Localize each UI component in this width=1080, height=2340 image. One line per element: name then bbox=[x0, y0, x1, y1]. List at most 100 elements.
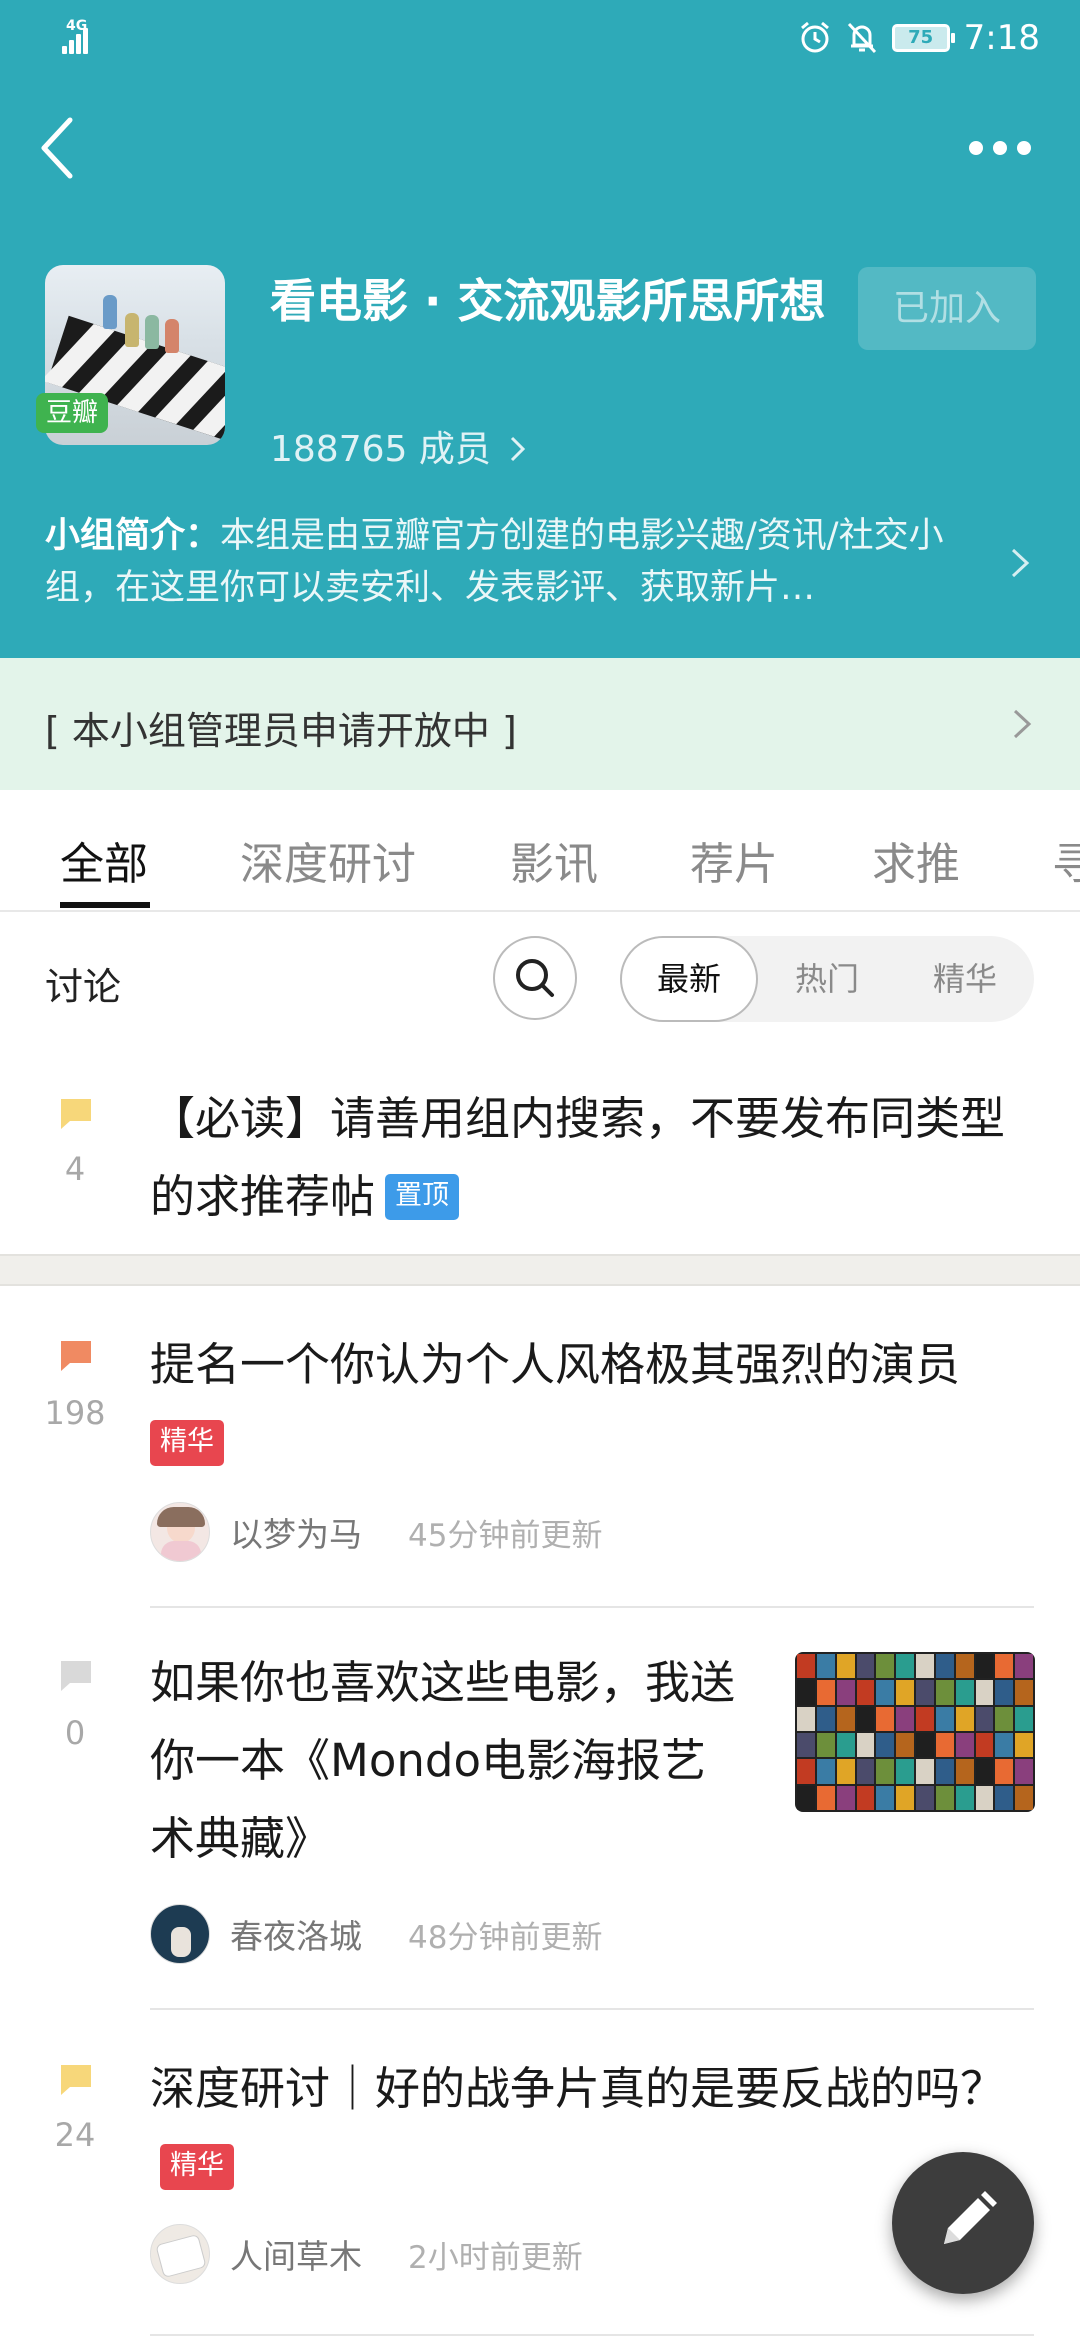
search-icon bbox=[516, 959, 554, 997]
sort-essence[interactable]: 精华 bbox=[896, 936, 1034, 1022]
comment-icon bbox=[61, 1099, 91, 1129]
comment-icon bbox=[61, 1341, 91, 1371]
comment-count: 4 bbox=[64, 1150, 86, 1188]
poster-tile bbox=[935, 1785, 954, 1810]
sort-latest[interactable]: 最新 bbox=[620, 936, 758, 1022]
divider bbox=[150, 2334, 1034, 2336]
tab-more[interactable]: 寻 bbox=[1052, 828, 1080, 892]
category-tabs: 全部 深度研讨 影讯 荐片 求推 寻 bbox=[0, 790, 1080, 912]
sort-hot[interactable]: 热门 bbox=[758, 936, 896, 1022]
group-header: 4G 75 7:18 豆瓣 看电影 · 交流观影所思所想 188765 成员 已… bbox=[0, 0, 1080, 658]
battery-icon: 75 bbox=[891, 24, 955, 52]
post-title: 【必读】请善用组内搜索，不要发布同类型的求推荐帖 置顶 bbox=[150, 1080, 1030, 1236]
poster-tile bbox=[975, 1785, 994, 1810]
post-title: 提名一个你认为个人风格极其强烈的演员精华 bbox=[150, 1326, 1050, 1482]
poster-tile bbox=[816, 1706, 835, 1731]
avatar[interactable] bbox=[150, 1904, 210, 1964]
tab-all[interactable]: 全部 bbox=[60, 828, 148, 892]
poster-tile bbox=[916, 1680, 934, 1705]
poster-tile bbox=[955, 1785, 974, 1810]
intro-label: 小组简介： bbox=[45, 516, 221, 556]
poster-tile bbox=[876, 1654, 895, 1679]
poster-tile bbox=[797, 1654, 815, 1679]
group-intro[interactable]: 小组简介：本组是由豆瓣官方创建的电影兴趣/资讯/社交小组，在这里你可以卖安利、发… bbox=[45, 510, 985, 614]
tab-recommend[interactable]: 荐片 bbox=[690, 828, 778, 892]
poster-tile bbox=[975, 1733, 994, 1758]
poster-tile bbox=[856, 1785, 875, 1810]
essence-badge: 精华 bbox=[150, 1420, 224, 1466]
search-button[interactable] bbox=[493, 936, 577, 1020]
poster-tile bbox=[916, 1733, 934, 1758]
poster-tile bbox=[955, 1680, 974, 1705]
poster-tile bbox=[916, 1785, 934, 1810]
poster-collage-thumbnail[interactable] bbox=[795, 1652, 1035, 1812]
list-item[interactable]: 198 提名一个你认为个人风格极其强烈的演员精华 以梦为马 45分钟前更新 bbox=[0, 1286, 1080, 1608]
poster-tile bbox=[856, 1680, 875, 1705]
tab-news[interactable]: 影讯 bbox=[510, 828, 598, 892]
notice-text: [ 本小组管理员申请开放中 ] bbox=[45, 709, 517, 753]
mute-bell-icon bbox=[847, 22, 876, 54]
poster-tile bbox=[935, 1654, 954, 1679]
avatar[interactable] bbox=[150, 2224, 210, 2284]
poster-tile bbox=[975, 1680, 994, 1705]
poster-tile bbox=[1015, 1785, 1033, 1810]
poster-tile bbox=[995, 1785, 1014, 1810]
author-name[interactable]: 春夜洛城 bbox=[230, 1910, 362, 1958]
poster-tile bbox=[856, 1654, 875, 1679]
tab-deep-discussion[interactable]: 深度研讨 bbox=[240, 828, 416, 892]
comment-count: 24 bbox=[54, 2116, 96, 2154]
pencil-icon bbox=[944, 2191, 997, 2244]
poster-tile bbox=[797, 1785, 815, 1810]
poster-tile bbox=[836, 1654, 855, 1679]
poster-tile bbox=[876, 1706, 895, 1731]
poster-tile bbox=[935, 1759, 954, 1784]
poster-tile bbox=[916, 1654, 934, 1679]
poster-tile bbox=[856, 1733, 875, 1758]
poster-tile bbox=[836, 1706, 855, 1731]
poster-tile bbox=[896, 1706, 914, 1731]
post-meta: 人间草木 2小时前更新 bbox=[150, 2224, 583, 2284]
sort-segmented-control: 最新 热门 精华 bbox=[620, 936, 1034, 1022]
poster-tile bbox=[1015, 1733, 1033, 1758]
poster-tile bbox=[896, 1733, 914, 1758]
chevron-right-icon bbox=[511, 436, 526, 462]
poster-tile bbox=[816, 1733, 835, 1758]
poster-tile bbox=[876, 1785, 895, 1810]
compose-button[interactable] bbox=[892, 2152, 1034, 2294]
status-bar: 4G 75 7:18 bbox=[0, 0, 1080, 75]
poster-tile bbox=[935, 1706, 954, 1731]
comment-count: 198 bbox=[44, 1394, 106, 1432]
comment-icon bbox=[61, 2065, 91, 2095]
poster-tile bbox=[797, 1759, 815, 1784]
poster-tile bbox=[955, 1733, 974, 1758]
tab-ask[interactable]: 求推 bbox=[872, 828, 960, 892]
more-dots-icon[interactable] bbox=[960, 128, 1040, 168]
post-title-text: 提名一个你认为个人风格极其强烈的演员 bbox=[150, 1338, 961, 1391]
post-title-text: 深度研讨｜好的战争片真的是要反战的吗？ bbox=[150, 2062, 1006, 2115]
update-time: 48分钟前更新 bbox=[408, 1919, 603, 1956]
signal-icon: 4G bbox=[62, 18, 122, 54]
avatar[interactable] bbox=[150, 1502, 210, 1562]
update-time: 45分钟前更新 bbox=[408, 1517, 603, 1554]
comment-count: 0 bbox=[64, 1714, 86, 1752]
poster-tile bbox=[916, 1759, 934, 1784]
poster-tile bbox=[816, 1680, 835, 1705]
poster-tile bbox=[1015, 1680, 1033, 1705]
poster-tile bbox=[876, 1759, 895, 1784]
post-title: 深度研讨｜好的战争片真的是要反战的吗？ 精华 bbox=[150, 2050, 1010, 2206]
joined-button[interactable]: 已加入 bbox=[858, 267, 1036, 350]
comment-icon bbox=[61, 1661, 91, 1691]
admin-notice-banner[interactable]: [ 本小组管理员申请开放中 ] bbox=[0, 658, 1080, 790]
member-count-link[interactable]: 188765 成员 bbox=[270, 420, 528, 472]
poster-tile bbox=[816, 1759, 835, 1784]
author-name[interactable]: 以梦为马 bbox=[230, 1508, 362, 1556]
poster-tile bbox=[816, 1654, 835, 1679]
author-name[interactable]: 人间草木 bbox=[230, 2230, 362, 2278]
pinned-post[interactable]: 4 【必读】请善用组内搜索，不要发布同类型的求推荐帖 置顶 bbox=[0, 1070, 1080, 1254]
poster-tile bbox=[836, 1759, 855, 1784]
poster-tile bbox=[896, 1759, 914, 1784]
poster-tile bbox=[797, 1706, 815, 1731]
poster-tile bbox=[995, 1706, 1014, 1731]
back-arrow-icon[interactable] bbox=[30, 108, 90, 188]
member-count: 188765 成员 bbox=[270, 429, 491, 470]
